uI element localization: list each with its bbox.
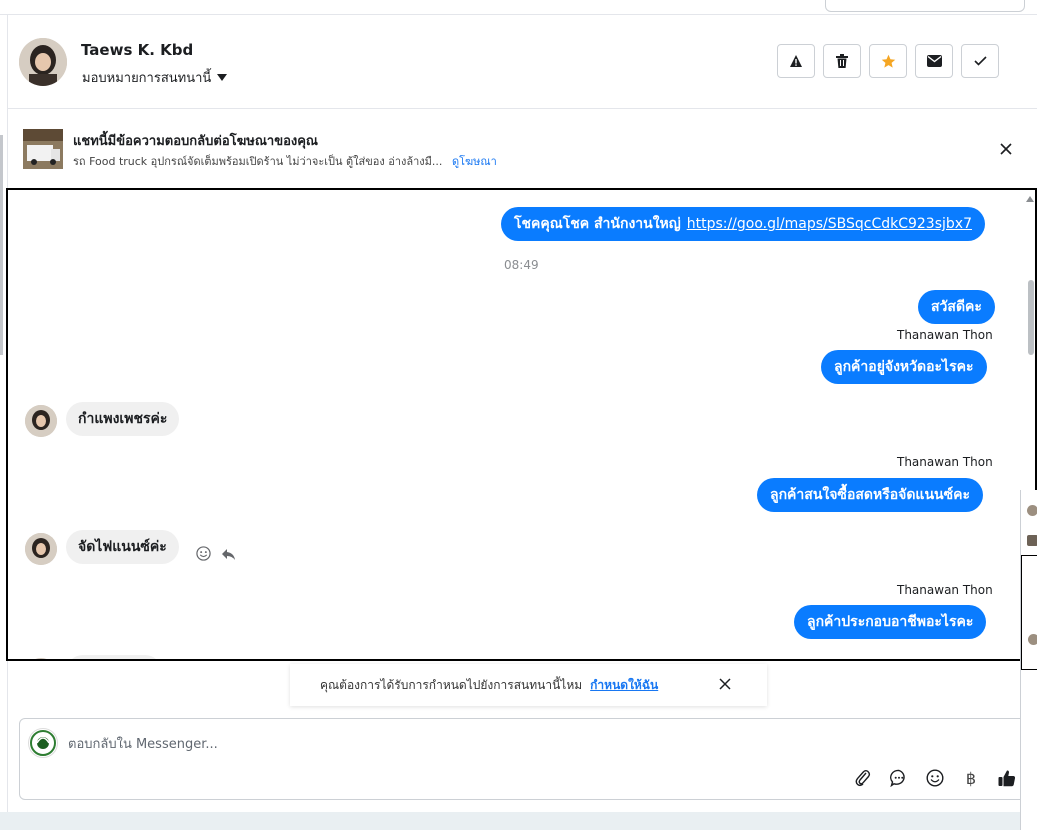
message-thread: โชคคุณโชค สำนักงานใหญ่ https://goo.gl/ma… [6, 188, 1037, 661]
ad-banner-description: รถ Food truck อุปกรณ์จัดเต็มพร้อมเปิดร้า… [73, 152, 497, 170]
chevron-down-icon [217, 74, 228, 81]
search-box[interactable] [825, 0, 1025, 12]
report-button[interactable] [777, 44, 815, 78]
composer-tools: ฿ [852, 767, 1018, 789]
reply-composer: ฿ [19, 718, 1029, 800]
assign-to-me-link[interactable]: กำหนดให้ฉัน [590, 676, 658, 695]
conversation-header: Taews K. Kbd มอบหมายการสนทนานี้ [8, 15, 1037, 109]
attachment-icon[interactable] [852, 767, 874, 789]
view-ad-link[interactable]: ดูโฆษณา [452, 155, 497, 168]
assign-label: มอบหมายการสนทนานี้ [82, 71, 212, 86]
sender-name: Thanawan Thon [897, 328, 993, 342]
ad-thumbnail[interactable] [23, 129, 63, 169]
scroll-thumb[interactable] [1028, 280, 1034, 355]
baht-icon[interactable]: ฿ [960, 767, 982, 789]
page-avatar [28, 728, 58, 758]
incoming-message[interactable]: กำแพงเพชรค่ะ [66, 402, 180, 436]
map-link[interactable]: https://goo.gl/maps/SBSqcCdkC923sjbx7 [687, 216, 972, 232]
side-avatar[interactable] [1027, 505, 1037, 516]
outgoing-message[interactable]: ลูกค้าอยู่จังหวัดอะไรคะ [821, 350, 987, 384]
contact-avatar[interactable] [19, 38, 67, 86]
ad-reply-banner: แชทนี้มีข้อความตอบกลับต่อโฆษณาของคุณ รถ … [8, 109, 1037, 187]
reply-input[interactable] [66, 732, 870, 756]
envelope-icon [926, 55, 942, 67]
trash-icon [836, 54, 848, 68]
close-icon[interactable] [718, 677, 732, 691]
mark-unread-button[interactable] [915, 44, 953, 78]
sender-name: Thanawan Thon [897, 455, 993, 469]
outgoing-message[interactable]: ลูกค้าสนใจซื้อสดหรือจัดแนนซ์คะ [757, 478, 983, 512]
outgoing-message[interactable]: ลูกค้าประกอบอาชีพอะไรคะ [794, 605, 987, 639]
emoji-icon[interactable] [924, 767, 946, 789]
sender-name: Thanawan Thon [897, 583, 993, 597]
ad-description-text: รถ Food truck อุปกรณ์จัดเต็มพร้อมเปิดร้า… [73, 155, 443, 168]
contact-avatar-small[interactable] [25, 405, 57, 437]
assign-prompt-text: คุณต้องการได้รับการกำหนดไปยังการสนทนานี้… [320, 677, 583, 692]
incoming-message[interactable]: จัดไฟแนนซ์ค่ะ [66, 530, 179, 564]
right-side-panel [1020, 490, 1037, 830]
assign-prompt: คุณต้องการได้รับการกำหนดไปยังการสนทนานี้… [290, 664, 767, 706]
delete-button[interactable] [823, 44, 861, 78]
mark-done-button[interactable] [961, 44, 999, 78]
contact-avatar-small[interactable] [25, 533, 57, 565]
left-scrollbar[interactable] [0, 135, 3, 355]
close-icon[interactable] [998, 141, 1014, 157]
side-selected-item[interactable] [1021, 555, 1037, 670]
reply-icon[interactable] [221, 546, 236, 565]
star-button[interactable] [869, 44, 907, 78]
bottom-bar [0, 812, 1037, 830]
contact-avatar-small [25, 658, 57, 659]
ad-banner-title: แชทนี้มีข้อความตอบกลับต่อโฆษณาของคุณ [73, 134, 318, 149]
contact-name: Taews K. Kbd [81, 41, 194, 59]
message-timestamp: 08:49 [504, 258, 539, 272]
emoji-reaction-icon[interactable] [196, 546, 211, 565]
check-icon [973, 56, 987, 66]
like-icon[interactable] [996, 767, 1018, 789]
saved-reply-icon[interactable] [888, 767, 910, 789]
outgoing-message[interactable]: สวัสดีคะ [918, 290, 995, 324]
side-avatar [1028, 634, 1037, 645]
incoming-message-partial [66, 655, 162, 659]
top-bar [0, 0, 1037, 15]
assign-conversation-dropdown[interactable]: มอบหมายการสนทนานี้ [82, 67, 228, 88]
header-actions [777, 44, 999, 78]
star-icon [881, 54, 895, 68]
scroll-up-arrow[interactable] [1026, 196, 1034, 202]
message-text: โชคคุณโชค สำนักงานใหญ่ [514, 216, 681, 232]
side-thumbnail[interactable] [1027, 535, 1037, 546]
warning-icon [790, 55, 802, 67]
outgoing-message[interactable]: โชคคุณโชค สำนักงานใหญ่ https://goo.gl/ma… [501, 207, 985, 241]
